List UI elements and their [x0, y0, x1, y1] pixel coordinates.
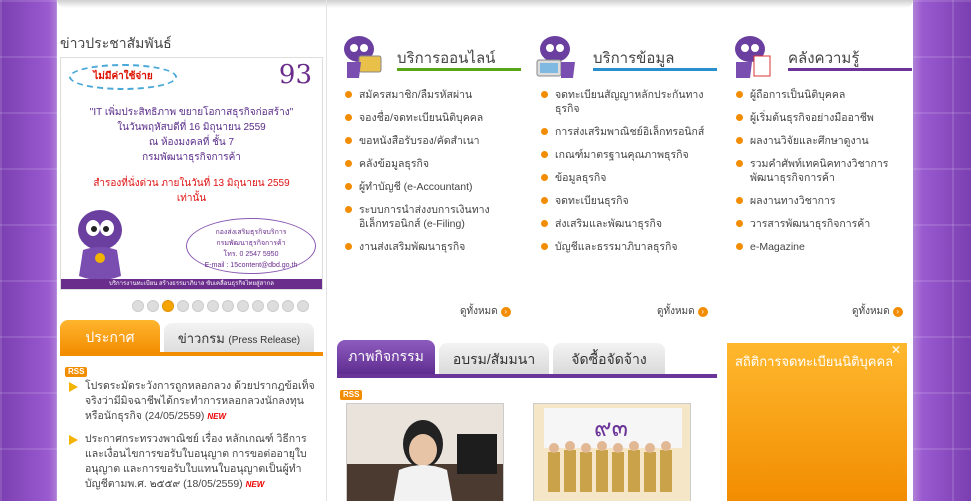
tab-announcement[interactable]: ประกาศ — [60, 320, 160, 354]
new-badge: NEW — [207, 412, 227, 421]
news-tabs: ประกาศ ข่าวกรม (Press Release) — [60, 320, 323, 356]
service-link[interactable]: งานส่งเสริมพัฒนาธุรกิจ — [339, 240, 521, 254]
mascot-document-icon — [735, 36, 771, 78]
banner-text: "IT เพิ่มประสิทธิภาพ ขยายโอกาสธุรกิจก่อส… — [89, 107, 294, 163]
service-link[interactable]: จดทะเบียนธุรกิจ — [535, 194, 717, 208]
service-link[interactable]: เกณฑ์มาตรฐานคุณภาพธุรกิจ — [535, 148, 717, 162]
service-link[interactable]: รวมคำศัพท์เทคนิคทางวิชาการพัฒนาธุรกิจการ… — [730, 157, 912, 185]
slide-dot[interactable] — [237, 300, 249, 312]
service-link[interactable]: e-Magazine — [730, 240, 912, 254]
knowledge-title: คลังความรู้ — [788, 50, 860, 67]
info-services-panel: บริการข้อมูล จดทะเบียนสัญญาหลักประกันทาง… — [535, 30, 717, 263]
contact-oval: กองส่งเสริมธุรกิจบริการ กรมพัฒนาธุรกิจกา… — [186, 218, 316, 274]
tab-training[interactable]: อบรม/สัมมนา — [439, 343, 549, 375]
new-badge: NEW — [245, 480, 265, 489]
online-services-title: บริการออนไลน์ — [397, 50, 496, 67]
banner-deadline: สำรองที่นั่งด่วน ภายในวันที่ 13 มิถุนายน… — [93, 178, 290, 204]
service-link[interactable]: วารสารพัฒนาธุรกิจการค้า — [730, 217, 912, 231]
service-link[interactable]: ขอหนังสือรับรอง/คัดสำเนา — [339, 134, 521, 148]
announcement-item[interactable]: ประกาศกระทรวงพาณิชย์ เรื่อง หลักเกณฑ์ วิ… — [69, 432, 319, 492]
arrow-right-icon: › — [892, 307, 903, 317]
slide-dot[interactable] — [222, 300, 234, 312]
activity-photo[interactable] — [346, 403, 504, 501]
slide-dot[interactable] — [297, 300, 309, 312]
slide-dot[interactable] — [252, 300, 264, 312]
title-underline — [397, 68, 521, 71]
view-all-info[interactable]: ดูทั้งหมด › — [657, 304, 708, 319]
banner-footer: บริการงานทะเบียน สร้างธรรมาภิบาล ขับเคลื… — [61, 279, 322, 289]
svg-text:๙๓: ๙๓ — [594, 414, 628, 442]
slide-dot[interactable] — [132, 300, 144, 312]
activity-tabs: ภาพกิจกรรม อบรม/สัมมนา จัดซื้อจัดจ้าง — [337, 340, 717, 378]
anniversary-logo: 93 — [278, 60, 312, 90]
mascot-laptop-icon — [344, 36, 382, 78]
service-link[interactable]: ผลงานทางวิชาการ — [730, 194, 912, 208]
arrow-right-icon: › — [500, 307, 511, 317]
title-underline — [788, 68, 912, 71]
main-page: ข่าวประชาสัมพันธ์ ไม่มีค่าใช้จ่าย 93 "IT… — [57, 0, 913, 501]
slide-dot[interactable] — [192, 300, 204, 312]
slide-dot[interactable] — [207, 300, 219, 312]
slide-dot[interactable] — [177, 300, 189, 312]
service-link[interactable]: จองชื่อ/จดทะเบียนนิติบุคคล — [339, 111, 521, 125]
tab-underline — [60, 352, 323, 356]
online-services-panel: บริการออนไลน์ สมัครสมาชิก/ลืมรหัสผ่าน จอ… — [339, 30, 521, 263]
service-link[interactable]: ผลงานวิจัยและศึกษาดูงาน — [730, 134, 912, 148]
arrow-right-icon: › — [697, 307, 708, 317]
announcement-item[interactable]: โปรดระมัดระวังการถูกหลอกลวง ด้วยปรากฎข้อ… — [69, 379, 319, 424]
knowledge-panel: คลังความรู้ ผู้ถือการเป็นนิติบุคคล ผู้เร… — [730, 30, 912, 263]
service-link[interactable]: ส่งเสริมและพัฒนาธุรกิจ — [535, 217, 717, 231]
slide-dot[interactable] — [267, 300, 279, 312]
service-link[interactable]: ผู้ถือการเป็นนิติบุคคล — [730, 88, 912, 102]
tab-underline — [337, 374, 717, 378]
service-link[interactable]: ผู้ทำบัญชี (e-Accountant) — [339, 180, 521, 194]
rss-badge[interactable]: RSS — [65, 367, 88, 377]
service-link[interactable]: ผู้เริ่มต้นธุรกิจอย่างมืออาชีพ — [730, 111, 912, 125]
stats-title: สถิติการจดทะเบียนนิติบุคคล — [735, 354, 894, 369]
view-all-online[interactable]: ดูทั้งหมด › — [460, 304, 511, 319]
service-link[interactable]: ระบบการนำส่งงบการเงินทางอิเล็กทรอนิกส์ (… — [339, 203, 521, 231]
tab-press-release[interactable]: ข่าวกรม (Press Release) — [164, 323, 314, 354]
news-section-title: ข่าวประชาสัมพันธ์ — [60, 35, 172, 51]
service-link[interactable]: สมัครสมาชิก/ลืมรหัสผ่าน — [339, 88, 521, 102]
news-banner[interactable]: ไม่มีค่าใช้จ่าย 93 "IT เพิ่มประสิทธิภาพ … — [60, 57, 323, 290]
service-link[interactable]: จดทะเบียนสัญญาหลักประกันทางธุรกิจ — [535, 88, 717, 116]
activity-photo-image: ๙๓ — [534, 404, 690, 501]
view-all-knowledge[interactable]: ดูทั้งหมด › — [852, 304, 903, 319]
rss-badge[interactable]: RSS — [340, 390, 363, 400]
tab-activities[interactable]: ภาพกิจกรรม — [337, 340, 435, 375]
service-link[interactable]: บัญชีและธรรมาภิบาลธุรกิจ — [535, 240, 717, 254]
info-services-title: บริการข้อมูล — [593, 50, 675, 67]
mascot-icon — [78, 210, 122, 280]
slide-dot[interactable] — [162, 300, 174, 312]
service-link[interactable]: ข้อมูลธุรกิจ — [535, 171, 717, 185]
registration-stats-box[interactable]: สถิติการจดทะเบียนนิติบุคคล ✕ — [727, 343, 907, 501]
slide-dot[interactable] — [282, 300, 294, 312]
activity-photo[interactable]: ๙๓ — [533, 403, 691, 501]
slide-dot[interactable] — [147, 300, 159, 312]
slide-pager — [132, 300, 309, 312]
service-link[interactable]: การส่งเสริมพาณิชย์อิเล็กทรอนิกส์ — [535, 125, 717, 139]
left-column: ข่าวประชาสัมพันธ์ ไม่มีค่าใช้จ่าย 93 "IT… — [57, 0, 327, 501]
tab-procurement[interactable]: จัดซื้อจัดจ้าง — [553, 343, 665, 375]
free-badge: ไม่มีค่าใช้จ่าย — [69, 64, 177, 90]
title-underline — [593, 68, 717, 71]
activity-photo-image — [347, 404, 503, 501]
mascot-computer-icon — [536, 36, 575, 78]
close-icon[interactable]: ✕ — [891, 343, 901, 357]
service-link[interactable]: คลังข้อมูลธุรกิจ — [339, 157, 521, 171]
